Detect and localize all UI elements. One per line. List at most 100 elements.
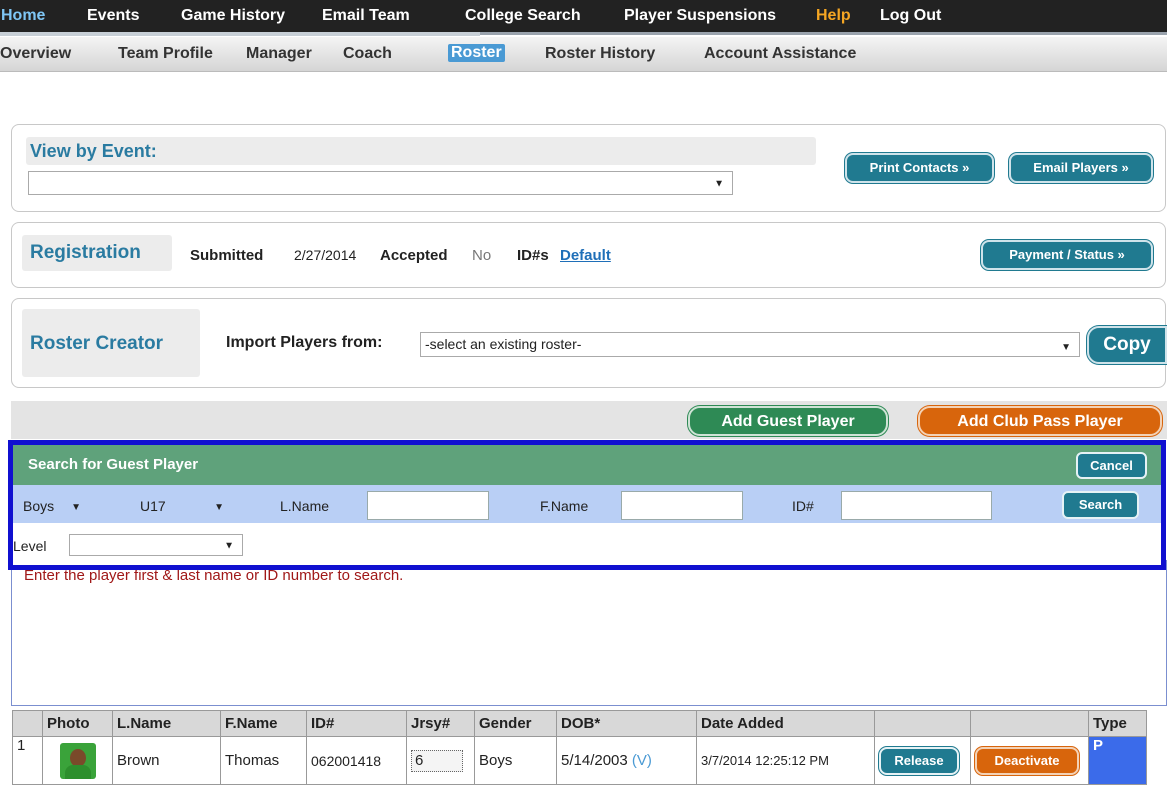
tab-roster[interactable]: Roster xyxy=(448,44,505,62)
player-photo xyxy=(42,736,113,785)
view-by-event-header: View by Event: xyxy=(26,137,816,165)
sub-nav: Overview Team Profile Manager Coach Rost… xyxy=(0,37,1167,72)
add-guest-player-button[interactable]: Add Guest Player xyxy=(688,406,888,436)
search-header: Search for Guest Player Cancel xyxy=(13,445,1161,485)
table-row: 1 Brown Thomas 062001418 6 Boys 5/14/200… xyxy=(12,736,1147,785)
tab-roster-history[interactable]: Roster History xyxy=(545,45,655,63)
add-club-pass-player-button[interactable]: Add Club Pass Player xyxy=(918,406,1162,436)
nav-events[interactable]: Events xyxy=(87,7,139,25)
roster-creator-header: Roster Creator xyxy=(22,309,200,377)
search-criteria-row: Boys ▼ U17 ▼ L.Name F.Name ID# Search xyxy=(13,485,1161,523)
avatar-body-icon xyxy=(64,764,91,779)
nav-game-history[interactable]: Game History xyxy=(181,7,285,25)
payment-status-button[interactable]: Payment / Status » xyxy=(981,240,1153,270)
ids-default-link[interactable]: Default xyxy=(560,247,611,264)
submitted-label: Submitted xyxy=(190,247,264,264)
registration-panel: Registration Submitted 2/27/2014 Accepte… xyxy=(11,222,1166,288)
nav-email-team[interactable]: Email Team xyxy=(322,7,410,25)
cell-dob: 5/14/2003 (V) xyxy=(556,736,697,785)
cancel-button[interactable]: Cancel xyxy=(1076,452,1147,479)
import-players-label: Import Players from: xyxy=(226,334,383,351)
col-release xyxy=(874,710,971,737)
print-contacts-button[interactable]: Print Contacts » xyxy=(845,153,994,183)
nav-divider xyxy=(0,32,480,36)
gender-value: Boys xyxy=(23,498,55,514)
cell-deactivate: Deactivate xyxy=(970,736,1089,785)
nav-log-out[interactable]: Log Out xyxy=(880,7,941,25)
registration-header: Registration xyxy=(22,235,172,271)
nav-help[interactable]: Help xyxy=(816,7,851,25)
roster-table: Photo L.Name F.Name ID# Jrsy# Gender DOB… xyxy=(12,710,1147,785)
ids-label: ID#s xyxy=(517,247,549,264)
cell-date-added: 3/7/2014 12:25:12 PM xyxy=(696,736,875,785)
col-deactivate xyxy=(970,710,1089,737)
jersey-input[interactable]: 6 xyxy=(411,749,463,772)
search-results-area: Enter the player first & last name or ID… xyxy=(11,560,1167,706)
top-nav: Home Events Game History Email Team Coll… xyxy=(0,0,1167,35)
cell-lname: Brown xyxy=(112,736,221,785)
roster-creator-title: Roster Creator xyxy=(30,333,164,354)
tab-overview[interactable]: Overview xyxy=(0,45,71,63)
col-jersey[interactable]: Jrsy# xyxy=(406,710,475,737)
nav-player-suspensions[interactable]: Player Suspensions xyxy=(624,7,776,25)
nav-home[interactable]: Home xyxy=(1,7,45,25)
import-roster-value: -select an existing roster- xyxy=(425,336,582,352)
col-photo: Photo xyxy=(42,710,113,737)
chevron-down-icon: ▼ xyxy=(71,502,81,514)
chevron-down-icon: ▼ xyxy=(714,178,724,190)
tab-coach[interactable]: Coach xyxy=(343,45,392,63)
age-value: U17 xyxy=(140,498,166,514)
event-select[interactable]: ▼ xyxy=(28,171,733,195)
lname-label: L.Name xyxy=(280,498,330,514)
col-type[interactable]: Type xyxy=(1088,710,1147,737)
copy-button[interactable]: Copy xyxy=(1087,326,1167,364)
tab-team-profile[interactable]: Team Profile xyxy=(118,45,213,63)
view-by-event-panel: View by Event: ▼ Print Contacts » Email … xyxy=(11,124,1166,212)
id-input[interactable] xyxy=(841,491,992,520)
accepted-value: No xyxy=(472,247,492,264)
cell-jersey: 6 xyxy=(406,736,475,785)
accepted-label: Accepted xyxy=(380,247,448,264)
fname-label: F.Name xyxy=(540,498,589,514)
cell-id: 062001418 xyxy=(306,736,407,785)
deactivate-button[interactable]: Deactivate xyxy=(975,746,1079,775)
registration-title: Registration xyxy=(30,242,141,263)
search-title: Search for Guest Player xyxy=(28,456,199,473)
id-label: ID# xyxy=(792,498,814,514)
roster-table-header: Photo L.Name F.Name ID# Jrsy# Gender DOB… xyxy=(12,710,1147,737)
age-select[interactable]: U17 ▼ xyxy=(135,494,233,518)
row-number: 1 xyxy=(12,736,43,785)
chevron-down-icon: ▼ xyxy=(214,502,224,514)
gender-select[interactable]: Boys ▼ xyxy=(18,494,90,518)
tab-account-assistance[interactable]: Account Assistance xyxy=(704,45,856,63)
col-fname[interactable]: F.Name xyxy=(220,710,307,737)
tab-manager[interactable]: Manager xyxy=(246,45,312,63)
avatar-head-icon xyxy=(69,748,86,767)
import-roster-select[interactable]: -select an existing roster- ▼ xyxy=(420,332,1080,357)
col-date-added[interactable]: Date Added xyxy=(696,710,875,737)
col-dob[interactable]: DOB* xyxy=(556,710,697,737)
level-select[interactable]: ▼ xyxy=(69,534,243,556)
submitted-value: 2/27/2014 xyxy=(294,247,357,263)
view-by-event-title: View by Event: xyxy=(30,141,157,161)
search-button[interactable]: Search xyxy=(1062,491,1139,519)
search-guest-player-panel: Search for Guest Player Cancel Boys ▼ U1… xyxy=(8,440,1166,570)
dob-value: 5/14/2003 xyxy=(561,752,628,769)
release-button[interactable]: Release xyxy=(879,746,959,775)
col-id[interactable]: ID# xyxy=(306,710,407,737)
cell-release: Release xyxy=(874,736,971,785)
nav-college-search[interactable]: College Search xyxy=(465,7,581,25)
col-lname[interactable]: L.Name xyxy=(112,710,221,737)
cell-fname: Thomas xyxy=(220,736,307,785)
avatar[interactable] xyxy=(59,742,96,779)
col-number xyxy=(12,710,43,737)
dob-verify-link[interactable]: (V) xyxy=(632,752,652,769)
chevron-down-icon: ▼ xyxy=(1061,341,1071,353)
lname-input[interactable] xyxy=(367,491,489,520)
roster-creator-panel: Roster Creator Import Players from: -sel… xyxy=(11,298,1167,388)
col-gender[interactable]: Gender xyxy=(474,710,557,737)
chevron-down-icon: ▼ xyxy=(224,540,234,552)
email-players-button[interactable]: Email Players » xyxy=(1009,153,1153,183)
level-label: Level xyxy=(13,538,47,554)
fname-input[interactable] xyxy=(621,491,743,520)
